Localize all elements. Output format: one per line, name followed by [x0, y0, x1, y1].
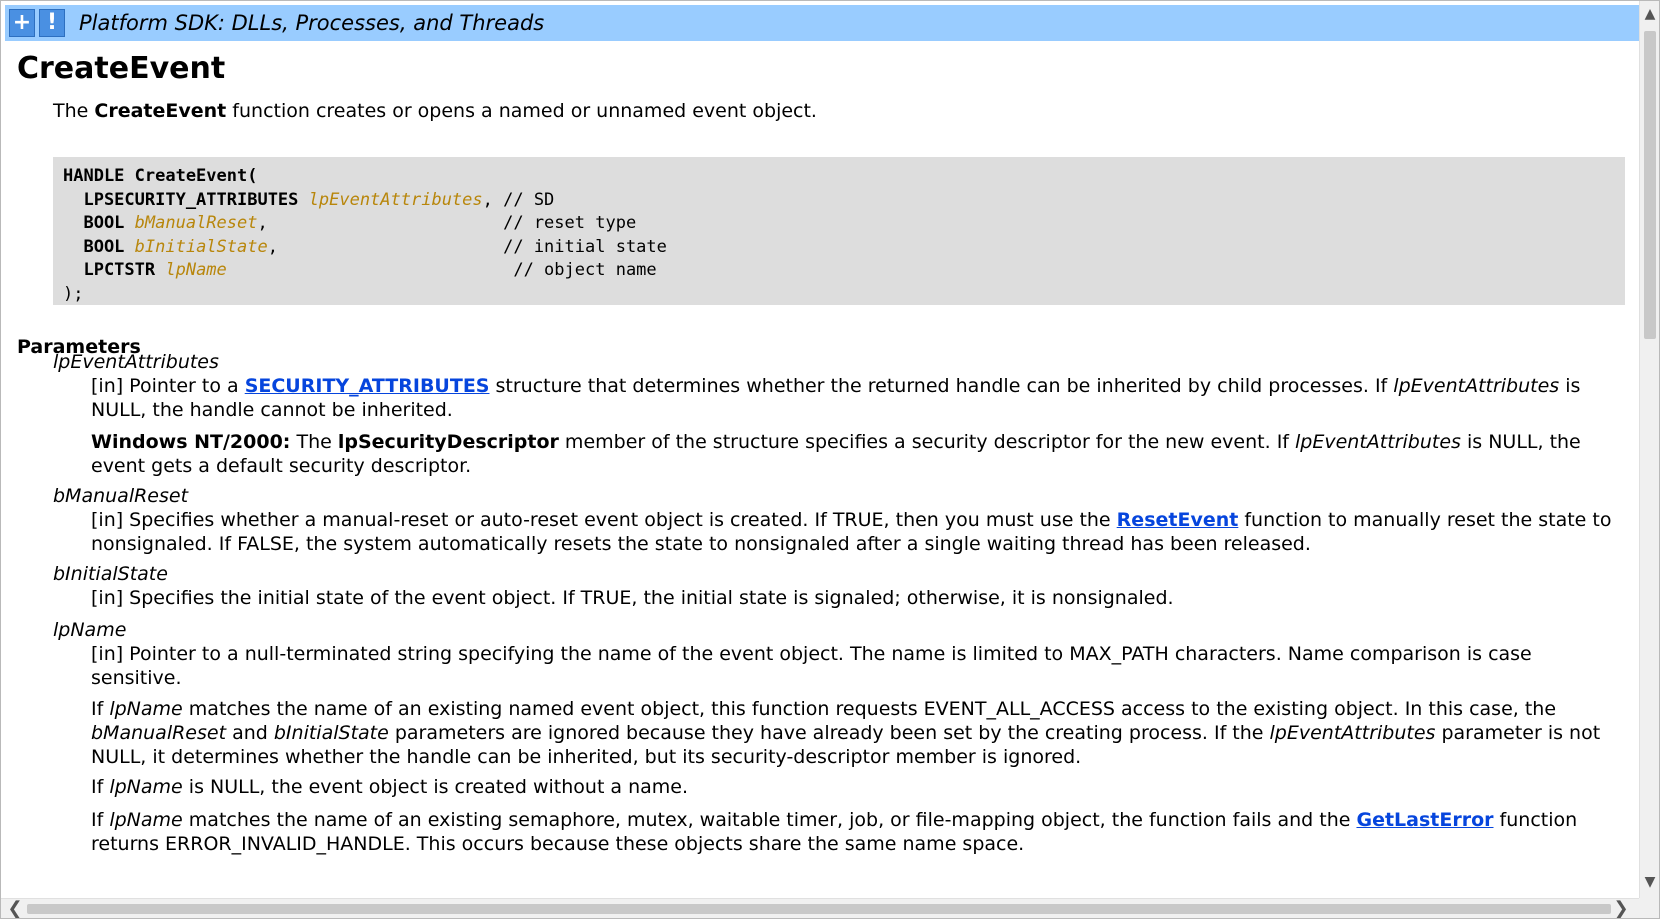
horizontal-scroll-thumb[interactable] [27, 904, 1611, 914]
param-desc-bmanualreset: [in] Specifies whether a manual-reset or… [91, 509, 1612, 555]
vertical-scrollbar[interactable]: ▲ ▼ [1639, 1, 1659, 898]
param-term-bmanualreset: bManualReset [53, 485, 189, 507]
page-title: CreateEvent [17, 51, 226, 86]
param-note-lpname-null: If lpName is NULL, the event object is c… [91, 776, 689, 798]
scroll-up-icon[interactable]: ▲ [1642, 5, 1658, 23]
param-note-lpname-existing: If lpName matches the name of an existin… [91, 698, 1601, 768]
horizontal-scrollbar[interactable]: ❮ ❯ [1, 898, 1639, 919]
link-getlasterror[interactable]: GetLastError [1356, 809, 1493, 831]
expand-button[interactable]: + [9, 9, 35, 37]
scrollbar-corner [1639, 898, 1659, 918]
link-resetevent[interactable]: ResetEvent [1117, 509, 1239, 531]
plus-icon: + [12, 10, 32, 35]
syntax-code-block: HANDLE CreateEvent( LPSECURITY_ATTRIBUTE… [53, 157, 1625, 305]
param-desc-binitialstate: [in] Specifies the initial state of the … [91, 587, 1174, 609]
vertical-scroll-thumb[interactable] [1644, 31, 1656, 339]
banner-title: Platform SDK: DLLs, Processes, and Threa… [79, 11, 545, 35]
scroll-left-icon[interactable]: ❮ [7, 899, 23, 919]
intro-text: The CreateEvent function creates or open… [53, 100, 817, 122]
document-content: CreateEvent The CreateEvent function cre… [1, 41, 1637, 896]
param-term-lpeventattributes: lpEventAttributes [53, 351, 219, 373]
param-desc-lpeventattributes: [in] Pointer to a SECURITY_ATTRIBUTES st… [91, 375, 1581, 421]
alert-button[interactable]: ! [39, 9, 65, 37]
param-note-lpname-conflict: If lpName matches the name of an existin… [91, 809, 1578, 855]
link-security-attributes[interactable]: SECURITY_ATTRIBUTES [245, 375, 490, 397]
help-viewer-window: + ! Platform SDK: DLLs, Processes, and T… [0, 0, 1660, 919]
scroll-down-icon[interactable]: ▼ [1642, 873, 1658, 891]
param-term-lpname: lpName [53, 619, 127, 641]
header-banner: + ! Platform SDK: DLLs, Processes, and T… [5, 5, 1639, 41]
exclamation-icon: ! [46, 10, 58, 35]
param-note-lpeventattributes: Windows NT/2000: The lpSecurityDescripto… [91, 431, 1581, 477]
param-term-binitialstate: bInitialState [53, 563, 168, 585]
param-desc-lpname: [in] Pointer to a null-terminated string… [91, 643, 1532, 689]
scroll-right-icon[interactable]: ❯ [1613, 899, 1629, 919]
